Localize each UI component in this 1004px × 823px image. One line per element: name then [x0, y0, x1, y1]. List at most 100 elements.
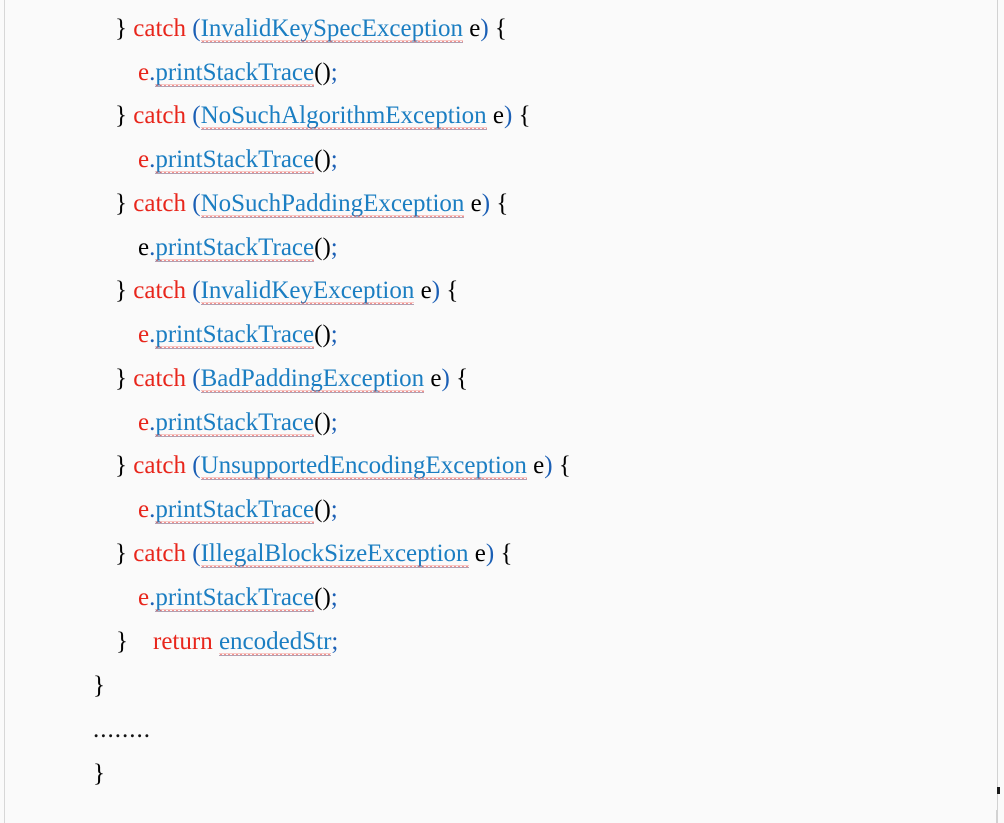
- code-token-punct: ): [485, 540, 495, 567]
- code-token-plain: (): [314, 59, 331, 86]
- code-token-keyword: catch: [133, 15, 186, 42]
- code-token-plain: }: [93, 672, 105, 699]
- misspelled-identifier: IllegalBlockSizeException: [200, 540, 469, 568]
- code-line[interactable]: e.printStackTrace();: [138, 320, 338, 350]
- code-token-plain: {: [494, 540, 513, 567]
- code-token-plain: }: [116, 628, 153, 655]
- code-token-punct: ;: [330, 59, 338, 86]
- code-token-var-red: e: [138, 146, 150, 173]
- code-line[interactable]: } catch (NoSuchPaddingException e) {: [115, 189, 508, 219]
- code-token-var-red: e: [138, 584, 150, 611]
- code-token-punct: ): [431, 277, 441, 304]
- misspelled-identifier: NoSuchPaddingException: [200, 190, 465, 218]
- code-line[interactable]: e.printStackTrace();: [138, 495, 338, 525]
- code-token-plain: {: [440, 277, 459, 304]
- code-line[interactable]: }: [93, 671, 105, 701]
- code-token-plain: (): [314, 496, 331, 523]
- code-line[interactable]: } catch (InvalidKeySpecException e) {: [115, 14, 507, 44]
- code-token-var-red: e: [138, 496, 150, 523]
- code-line[interactable]: } catch (UnsupportedEncodingException e)…: [115, 451, 571, 481]
- code-token-plain: {: [512, 102, 531, 129]
- code-token-plain: e: [464, 190, 482, 217]
- code-token-plain: {: [490, 190, 509, 217]
- code-line[interactable]: e.printStackTrace();: [138, 58, 338, 88]
- code-token-plain: (): [314, 409, 331, 436]
- code-line[interactable]: } catch (NoSuchAlgorithmException e) {: [115, 101, 531, 131]
- code-token-plain: e: [424, 365, 442, 392]
- code-token-keyword: catch: [133, 102, 186, 129]
- code-token-plain: e: [138, 234, 150, 261]
- code-token-var-red: e: [138, 409, 150, 436]
- code-page: } catch (InvalidKeySpecException e) {e.p…: [0, 0, 1004, 823]
- code-line[interactable]: e.printStackTrace();: [138, 583, 338, 613]
- code-token-var-red: e: [138, 59, 150, 86]
- code-token-punct: ;: [330, 409, 338, 436]
- misspelled-identifier: printStackTrace: [155, 321, 315, 349]
- code-line[interactable]: } catch (IllegalBlockSizeException e) {: [115, 539, 512, 569]
- code-token-keyword: return: [153, 628, 213, 655]
- code-token-plain: (): [314, 146, 331, 173]
- code-token-punct: (: [192, 102, 201, 129]
- code-token-punct: ): [544, 452, 553, 479]
- misspelled-identifier: printStackTrace: [155, 59, 315, 87]
- code-token-keyword: catch: [133, 540, 186, 567]
- misspelled-identifier: InvalidKeySpecException: [200, 15, 463, 43]
- code-token-plain: e: [526, 452, 545, 479]
- code-token-plain: }: [93, 760, 105, 787]
- code-token-plain: e: [486, 102, 504, 129]
- code-line[interactable]: e.printStackTrace();: [138, 145, 338, 175]
- misspelled-identifier: UnsupportedEncodingException: [200, 452, 527, 480]
- code-token-punct: ;: [330, 234, 338, 261]
- misspelled-identifier: printStackTrace: [155, 146, 315, 174]
- misspelled-identifier: printStackTrace: [155, 234, 315, 262]
- code-token-plain: }: [115, 452, 134, 479]
- page-surface: } catch (InvalidKeySpecException e) {e.p…: [5, 0, 997, 810]
- code-token-punct: (: [192, 277, 201, 304]
- code-token-plain: }: [115, 365, 134, 392]
- code-token-plain: }: [115, 190, 134, 217]
- code-token-punct: (: [192, 15, 201, 42]
- code-token-plain: }: [115, 15, 134, 42]
- code-token-plain: }: [115, 540, 134, 567]
- code-token-keyword: catch: [133, 277, 186, 304]
- code-line[interactable]: }: [93, 759, 105, 789]
- code-line[interactable]: e.printStackTrace();: [138, 408, 338, 438]
- code-token-dots: ........: [93, 716, 151, 743]
- code-token-keyword: catch: [133, 452, 186, 479]
- code-token-plain: (): [314, 321, 331, 348]
- code-token-plain: e: [462, 15, 481, 42]
- code-line[interactable]: e.printStackTrace();: [138, 233, 338, 263]
- code-token-plain: {: [552, 452, 571, 479]
- code-token-punct: (: [192, 452, 201, 479]
- code-token-punct: ;: [330, 496, 338, 523]
- code-token-keyword: catch: [133, 190, 186, 217]
- misspelled-identifier: InvalidKeyException: [200, 277, 415, 305]
- code-token-plain: (): [314, 584, 331, 611]
- code-line[interactable]: } catch (BadPaddingException e) {: [115, 364, 468, 394]
- code-token-punct: ;: [330, 584, 338, 611]
- code-token-punct: (: [192, 190, 201, 217]
- code-token-plain: (): [314, 234, 331, 261]
- code-token-punct: (: [192, 365, 201, 392]
- misspelled-identifier: printStackTrace: [155, 409, 315, 437]
- code-token-punct: ): [441, 365, 450, 392]
- code-token-plain: {: [449, 365, 469, 392]
- code-token-plain: e: [414, 277, 432, 304]
- code-token-punct: ;: [330, 146, 338, 173]
- code-token-punct: ): [481, 190, 491, 217]
- misspelled-identifier: BadPaddingException: [200, 365, 425, 393]
- misspelled-identifier: printStackTrace: [155, 584, 315, 612]
- code-line[interactable]: } catch (InvalidKeyException e) {: [115, 276, 458, 306]
- code-token-punct: ;: [331, 628, 339, 655]
- code-line[interactable]: ........: [93, 715, 151, 745]
- code-token-var-red: e: [138, 321, 150, 348]
- code-token-plain: }: [115, 277, 134, 304]
- code-token-plain: }: [115, 102, 134, 129]
- misspelled-identifier: encodedStr: [218, 628, 332, 656]
- code-token-punct: (: [192, 540, 201, 567]
- code-line[interactable]: } return encodedStr;: [116, 627, 338, 657]
- code-token-punct: ;: [330, 321, 338, 348]
- code-token-punct: ): [480, 15, 489, 42]
- misspelled-identifier: printStackTrace: [155, 496, 315, 524]
- code-token-keyword: catch: [133, 365, 186, 392]
